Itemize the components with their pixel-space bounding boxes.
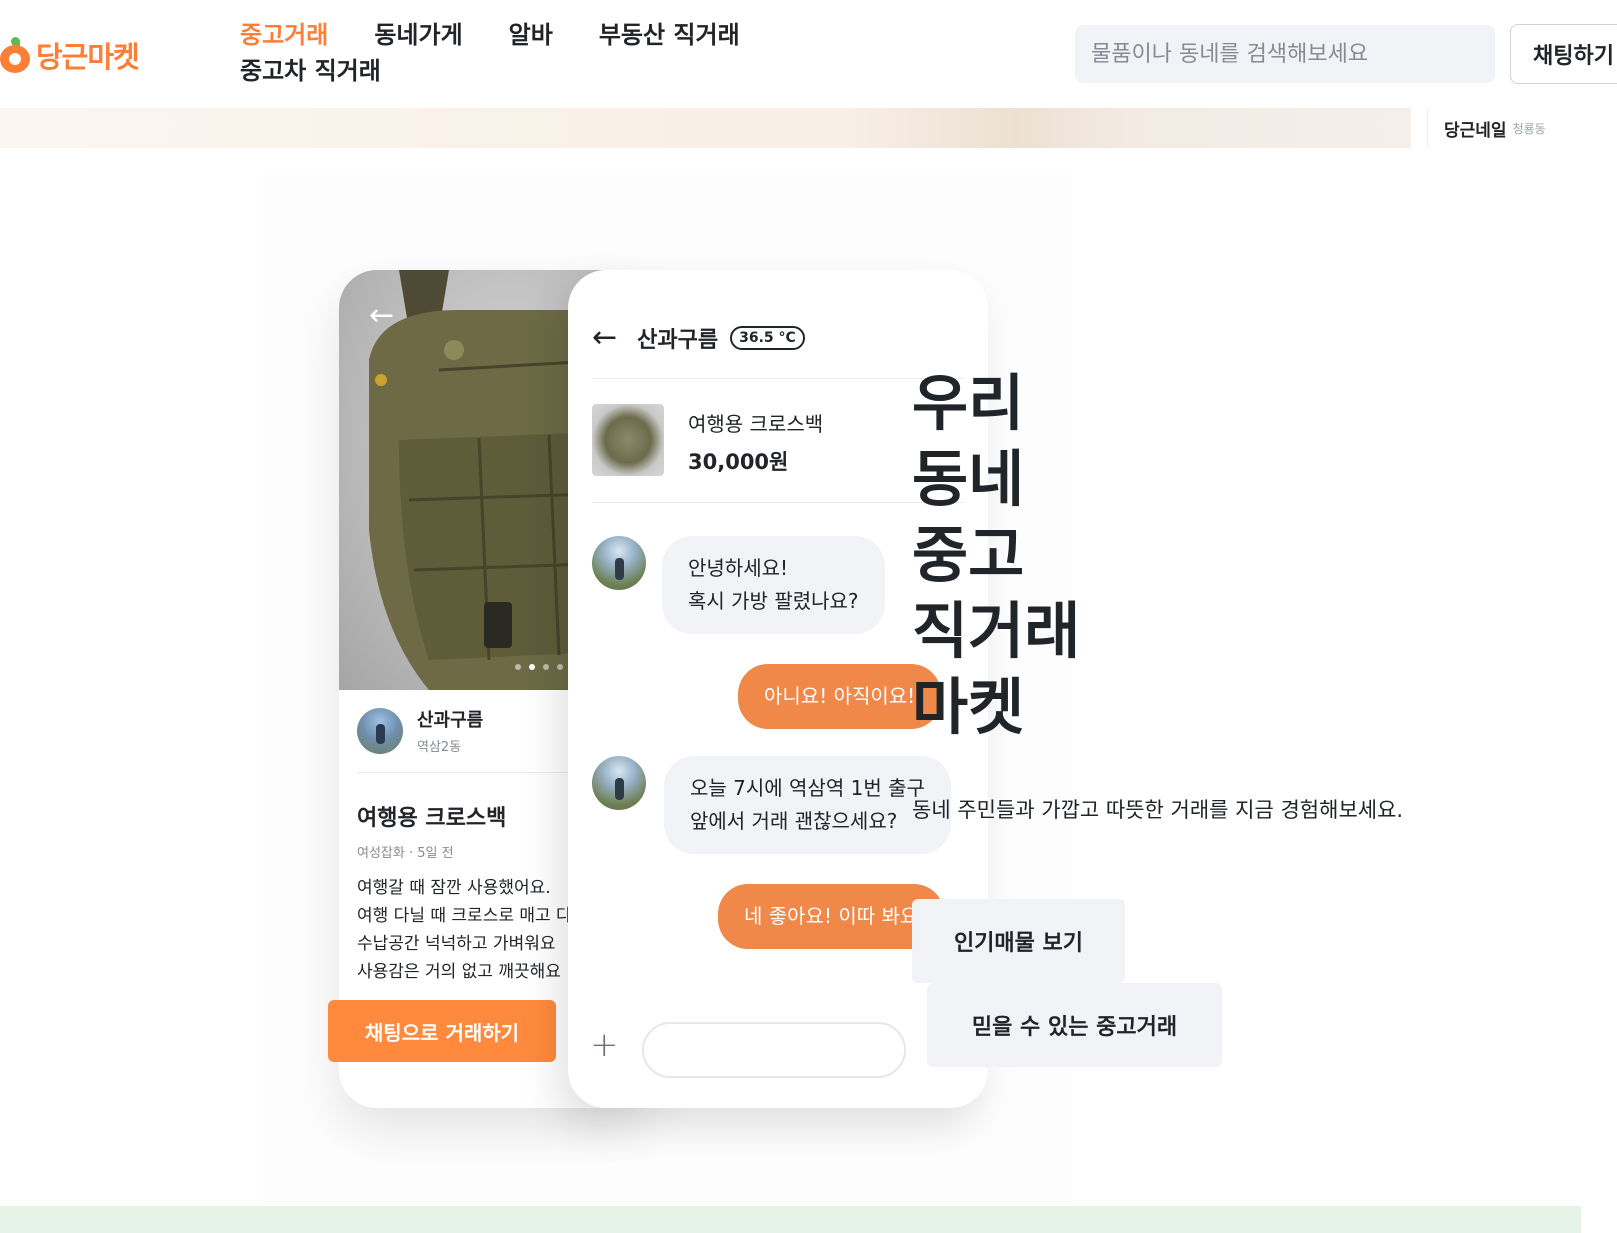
- chat-button[interactable]: 채팅하기: [1510, 24, 1617, 84]
- back-arrow-icon[interactable]: ←: [592, 320, 617, 355]
- nav-item-jobs[interactable]: 알바: [509, 18, 553, 52]
- main-nav: 중고거래 동네가게 알바 부동산 직거래 중고차 직거래: [240, 18, 800, 88]
- chat-item-name: 여행용 크로스백: [688, 412, 824, 436]
- seller-info[interactable]: 산과구름 역삼2동: [357, 706, 483, 755]
- back-arrow-icon[interactable]: ←: [369, 298, 394, 333]
- message-line: 앞에서 거래 괜찮으세요?: [690, 809, 898, 833]
- seller-location: 역삼2동: [417, 740, 462, 755]
- hero-title: 우리 동네 중고 직거래 마켓: [912, 368, 1081, 743]
- message-incoming: 안녕하세요! 혹시 가방 팔렸나요?: [662, 536, 885, 634]
- ad-store-location: 청룡동: [1512, 121, 1546, 136]
- nav-item-used-goods[interactable]: 중고거래: [240, 18, 328, 52]
- message-line: 아니요! 아직이요!: [764, 684, 916, 708]
- trusted-trade-button[interactable]: 믿을 수 있는 중고거래: [927, 983, 1222, 1067]
- partner-avatar: [592, 536, 646, 590]
- message-line: 안녕하세요!: [688, 556, 789, 580]
- carrot-logo-icon: [0, 37, 30, 73]
- chat-header: ← 산과구름 36.5 °C: [592, 320, 805, 355]
- item-thumbnail[interactable]: [592, 404, 664, 476]
- ad-store-name: 당근네일: [1444, 120, 1507, 141]
- nav-item-used-cars[interactable]: 중고차 직거래: [240, 54, 381, 88]
- chat-trade-button[interactable]: 채팅으로 거래하기: [328, 1000, 556, 1062]
- manner-temperature-badge: 36.5 °C: [730, 325, 805, 350]
- logo[interactable]: 당근마켓: [0, 34, 140, 76]
- photo-pagination-dots: [515, 664, 563, 670]
- product-title: 여행용 크로스백: [357, 806, 507, 831]
- message-line: 네 좋아요! 이따 봐요: [744, 904, 919, 928]
- search-input[interactable]: [1075, 25, 1495, 83]
- message-line: 오늘 7시에 역삼역 1번 출구: [690, 776, 925, 800]
- product-meta: 여성잡화 · 5일 전: [357, 846, 454, 861]
- message-incoming: 오늘 7시에 역삼역 1번 출구 앞에서 거래 괜찮으세요?: [664, 756, 951, 854]
- partner-avatar: [592, 756, 646, 810]
- divider: [592, 502, 964, 503]
- logo-text: 당근마켓: [36, 40, 140, 74]
- chat-partner-name: 산과구름: [637, 327, 719, 353]
- promo-banner[interactable]: [0, 108, 1411, 148]
- chat-item-price: 30,000원: [688, 450, 789, 474]
- popular-items-button[interactable]: 인기매물 보기: [912, 899, 1125, 983]
- nav-item-real-estate[interactable]: 부동산 직거래: [599, 18, 740, 52]
- divider: [592, 378, 964, 379]
- message-outgoing: 네 좋아요! 이따 봐요: [718, 884, 945, 949]
- message-outgoing: 아니요! 아직이요!: [738, 664, 942, 729]
- seller-name: 산과구름: [417, 710, 484, 731]
- nav-item-local-stores[interactable]: 동네가게: [374, 18, 462, 52]
- ad-side-banner[interactable]: 당근네일 청룡동: [1427, 108, 1617, 148]
- message-line: 혹시 가방 팔렸나요?: [688, 589, 859, 613]
- seller-avatar: [357, 707, 403, 754]
- next-section-band: [0, 1206, 1581, 1233]
- plus-icon[interactable]: +: [590, 1025, 619, 1065]
- hero-subtitle: 동네 주민들과 가깝고 따뜻한 거래를 지금 경험해보세요.: [912, 798, 1404, 822]
- message-input[interactable]: [642, 1022, 906, 1078]
